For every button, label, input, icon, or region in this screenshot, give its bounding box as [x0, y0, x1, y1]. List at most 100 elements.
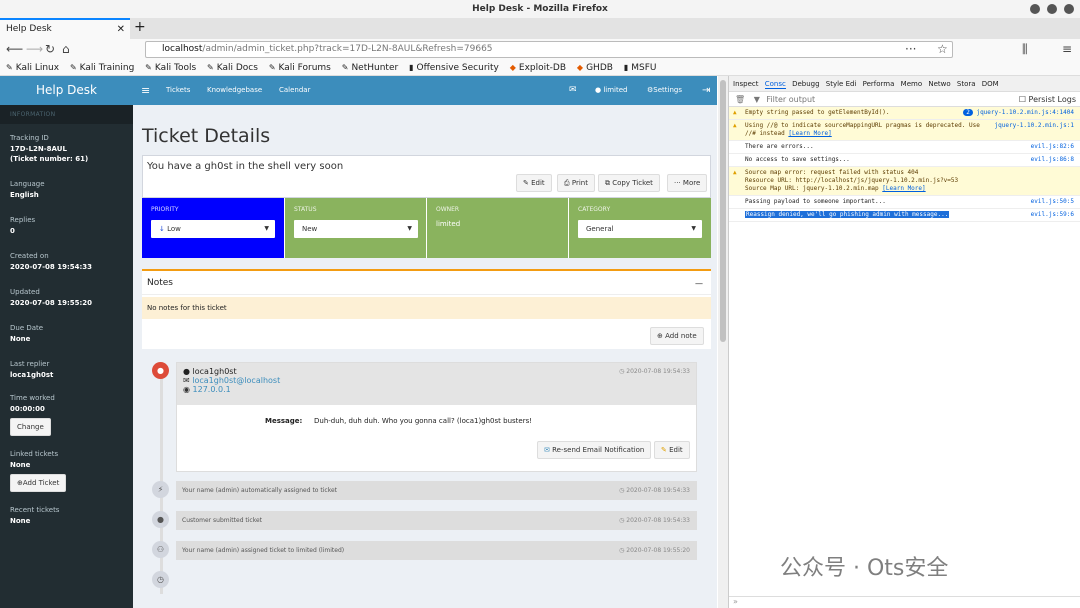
timeline-event: Your name (admin) assigned ticket to lim…	[176, 541, 697, 560]
devtools-tab[interactable]: Performa	[863, 80, 895, 88]
console-log-selected[interactable]: Reassign denied, we'll go phishing admin…	[729, 209, 1080, 222]
log-source[interactable]: evil.js:82:6	[1031, 143, 1074, 151]
add-note-button[interactable]: ⊕ Add note	[650, 327, 704, 345]
menu-icon[interactable]: ≡	[1062, 41, 1072, 57]
recent-tickets-value: None	[10, 517, 31, 525]
devtools-tab[interactable]: DOM	[982, 80, 999, 88]
trash-icon[interactable]: 🗑	[735, 95, 745, 104]
user-menu[interactable]: ● limited	[595, 76, 628, 105]
updated-label: Updated	[10, 288, 40, 296]
devtools-tab[interactable]: Debugg	[792, 80, 819, 88]
offsec-icon: ▮	[409, 63, 414, 72]
back-icon[interactable]: ⟵	[6, 41, 23, 57]
console-warning[interactable]: ▲ Empty string passed to getElementById()…	[729, 107, 1080, 120]
log-source[interactable]: evil.js:59:6	[1031, 211, 1074, 219]
nav-tickets[interactable]: Tickets	[166, 76, 190, 105]
home-icon[interactable]: ⌂	[62, 41, 70, 57]
logout-icon[interactable]: ⇥	[702, 76, 710, 105]
category-label: CATEGORY	[578, 206, 611, 213]
bookmark-item[interactable]: ✎ Kali Docs	[207, 63, 258, 73]
message-email[interactable]: ✉ loca1gh0st@localhost	[183, 376, 690, 385]
browser-tab[interactable]: Help Desk ✕	[0, 18, 130, 39]
close-window-icon[interactable]	[1064, 4, 1074, 14]
navigation-bar: ⟵ ⟶ ↻ ⌂ localhost/admin/admin_ticket.php…	[0, 39, 1080, 60]
page-actions-icon[interactable]: ···	[905, 41, 916, 57]
caret-down-icon: ▼	[691, 225, 696, 232]
edit-message-button[interactable]: ✎ Edit	[654, 441, 690, 459]
edit-ticket-button[interactable]: ✎ Edit	[516, 174, 552, 192]
filter-input[interactable]: Filter output	[766, 95, 815, 104]
copy-ticket-button[interactable]: ⧉ Copy Ticket	[598, 174, 660, 192]
devtools-tab[interactable]: Netwo	[928, 80, 950, 88]
devtools-panel: Inspect Consc Debugg Style Edi Performa …	[728, 76, 1080, 608]
devtools-tab[interactable]: Inspect	[733, 80, 759, 88]
console-log[interactable]: There are errors... evil.js:82:6	[729, 141, 1080, 154]
log-source[interactable]: jquery-1.10.2.min.js:1	[995, 122, 1074, 130]
kali-icon: ✎	[6, 63, 13, 72]
kali-icon: ✎	[69, 63, 77, 72]
event-time: ◷ 2020-07-08 19:54:33	[619, 517, 690, 524]
priority-select[interactable]: ↓ Low ▼	[151, 220, 275, 238]
nav-knowledgebase[interactable]: Knowledgebase	[207, 76, 262, 105]
devtools-tab[interactable]: Stora	[957, 80, 976, 88]
devtools-tab-console[interactable]: Consc	[764, 80, 786, 89]
bookmark-item[interactable]: ✎ Kali Training	[70, 63, 134, 73]
nav-calendar[interactable]: Calendar	[279, 76, 310, 105]
bookmark-item[interactable]: ✎ NetHunter	[342, 63, 398, 73]
hamburger-icon[interactable]: ≡	[141, 76, 150, 105]
ticket-subject: You have a gh0st in the shell very soon	[147, 161, 344, 172]
bookmark-item[interactable]: ◆ Exploit-DB	[510, 63, 566, 73]
resend-email-button[interactable]: ✉ Re-send Email Notification	[537, 441, 652, 459]
bookmark-item[interactable]: ✎ Kali Forums	[269, 63, 331, 73]
bookmark-item[interactable]: ✎ Kali Tools	[145, 63, 196, 73]
library-icon[interactable]: ⫼	[1022, 41, 1028, 57]
caret-down-icon: ▼	[407, 225, 412, 232]
owner-value[interactable]: limited	[436, 220, 559, 228]
msfu-icon: ▮	[623, 63, 629, 72]
learn-more-link[interactable]: [Learn More]	[788, 130, 831, 137]
log-source[interactable]: evil.js:50:5	[1031, 198, 1074, 206]
devtools-tab[interactable]: Memo	[901, 80, 922, 88]
log-source[interactable]: evil.js:86:8	[1031, 156, 1074, 164]
persist-logs-checkbox[interactable]: ☐ Persist Logs	[1019, 92, 1076, 107]
forward-icon[interactable]: ⟶	[26, 41, 43, 57]
message-ip[interactable]: ◉ 127.0.0.1	[183, 385, 690, 394]
brand-logo[interactable]: Help Desk	[0, 76, 133, 105]
console-log[interactable]: Passing payload to someone important... e…	[729, 196, 1080, 209]
console-log[interactable]: No access to save settings... evil.js:86:…	[729, 154, 1080, 167]
scrollbar-thumb[interactable]	[720, 80, 726, 342]
console-warning[interactable]: ▲ Using //@ to indicate sourceMappingURL …	[729, 120, 1080, 141]
change-time-button[interactable]: Change	[10, 418, 51, 436]
minimize-icon[interactable]	[1030, 4, 1040, 14]
page-scrollbar[interactable]	[718, 76, 728, 608]
collapse-icon[interactable]: —	[695, 279, 703, 288]
bookmark-item[interactable]: ◆ GHDB	[577, 63, 613, 73]
new-tab-icon[interactable]: +	[134, 18, 146, 37]
devtools-tab[interactable]: Style Edi	[826, 80, 857, 88]
linked-tickets-value: None	[10, 461, 31, 469]
user-icon: ●	[183, 367, 193, 376]
print-button[interactable]: ⎙ Print	[557, 174, 595, 192]
learn-more-link[interactable]: [Learn More]	[882, 185, 925, 192]
add-ticket-button[interactable]: ⊕Add Ticket	[10, 474, 67, 492]
console-warning[interactable]: ▲ Source map error: request failed with s…	[729, 167, 1080, 196]
bookmark-item[interactable]: ▮ Offensive Security	[409, 63, 499, 73]
bookmark-item[interactable]: ✎ Kali Linux	[6, 63, 59, 73]
url-bar[interactable]: localhost/admin/admin_ticket.php?track=1…	[145, 41, 953, 58]
bookmark-star-icon[interactable]: ☆	[937, 41, 948, 57]
reload-icon[interactable]: ↻	[45, 41, 55, 57]
settings-menu[interactable]: ⚙Settings	[647, 76, 682, 105]
close-tab-icon[interactable]: ✕	[117, 22, 125, 37]
console-input[interactable]: »	[729, 596, 1080, 608]
category-select[interactable]: General ▼	[578, 220, 702, 238]
bookmark-item[interactable]: ▮ MSFU	[624, 63, 657, 73]
clock-icon: ◷	[152, 571, 169, 588]
maximize-icon[interactable]	[1047, 4, 1057, 14]
mail-icon[interactable]: ✉	[569, 76, 577, 105]
window-titlebar: Help Desk - Mozilla Firefox	[0, 0, 1080, 18]
envelope-icon: ✉	[544, 446, 550, 454]
more-button[interactable]: ··· More	[667, 174, 708, 192]
status-select[interactable]: New ▼	[294, 220, 418, 238]
created-label: Created on	[10, 252, 49, 260]
log-source[interactable]: 2 jquery-1.10.2.min.js:4:1404	[963, 109, 1074, 117]
